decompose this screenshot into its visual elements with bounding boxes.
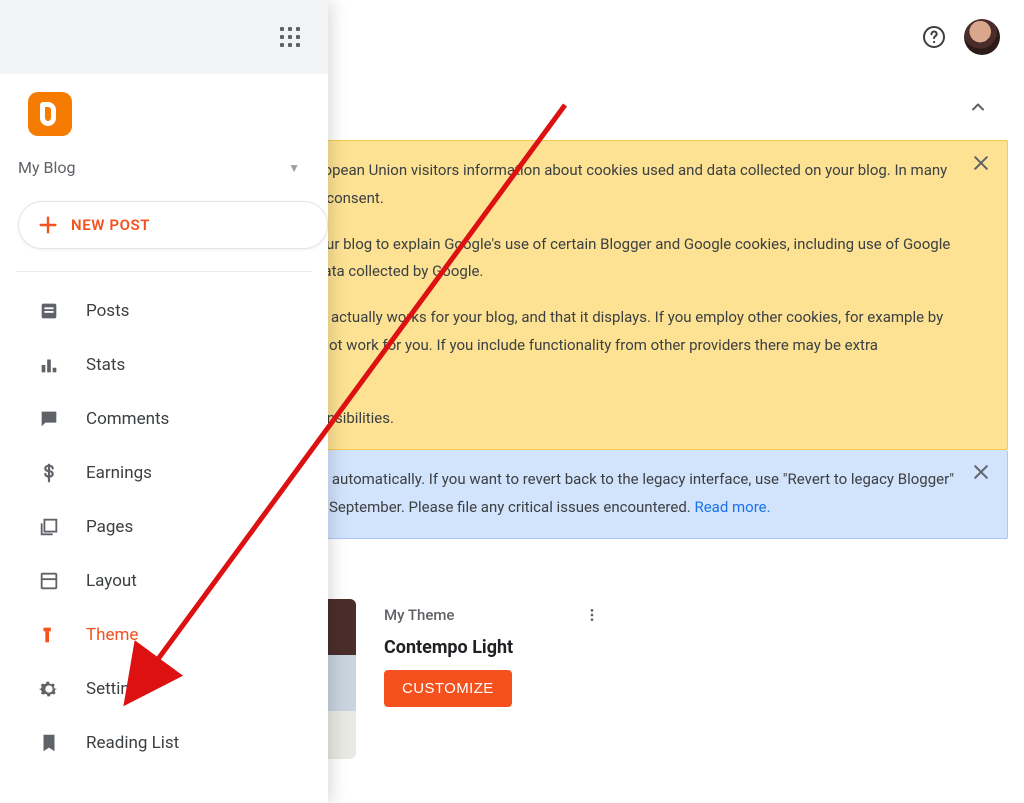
sidebar-item-label: Layout [86, 571, 137, 591]
kebab-menu-icon[interactable] [580, 603, 604, 627]
layout-icon [38, 570, 60, 592]
sidebar-item-theme[interactable]: Theme [0, 608, 328, 662]
plus-icon [37, 214, 59, 236]
new-post-label: NEW POST [71, 216, 150, 234]
pages-icon [38, 516, 60, 538]
gear-icon [38, 678, 60, 700]
blog-selector[interactable]: My Blog ▼ [0, 144, 328, 185]
theme-section-label: My Theme [384, 606, 454, 624]
customize-button[interactable]: CUSTOMIZE [384, 670, 512, 707]
close-icon[interactable] [971, 153, 991, 173]
sidebar-item-label: Earnings [86, 463, 152, 483]
caret-down-icon: ▼ [288, 161, 300, 175]
sidebar-item-layout[interactable]: Layout [0, 554, 328, 608]
sidebar-item-label: Pages [86, 517, 133, 537]
apps-grid-icon[interactable] [280, 27, 300, 47]
dollar-icon [38, 462, 60, 484]
sidebar-item-label: Posts [86, 301, 129, 321]
stats-icon [38, 354, 60, 376]
sidebar-item-earnings[interactable]: Earnings [0, 446, 328, 500]
help-icon[interactable] [922, 25, 946, 49]
sidebar-item-reading-list[interactable]: Reading List [0, 716, 328, 770]
theme-name: Contempo Light [384, 637, 604, 658]
sidebar-nav: Posts Stats Comments Earnings Pages [0, 280, 328, 770]
theme-icon [38, 624, 60, 646]
sidebar-item-stats[interactable]: Stats [0, 338, 328, 392]
sidebar: My Blog ▼ NEW POST Posts Stats [0, 0, 328, 803]
sidebar-item-settings[interactable]: Settings [0, 662, 328, 716]
sidebar-item-label: Reading List [86, 733, 179, 753]
sidebar-item-label: Comments [86, 409, 169, 429]
avatar[interactable] [964, 19, 1000, 55]
collapse-icon[interactable] [968, 97, 988, 117]
posts-icon [38, 300, 60, 322]
divider [16, 271, 312, 272]
sidebar-item-posts[interactable]: Posts [0, 284, 328, 338]
blogger-logo-icon[interactable] [28, 92, 72, 136]
sidebar-item-label: Stats [86, 355, 125, 375]
read-more-link[interactable]: Read more. [694, 498, 770, 516]
sidebar-item-comments[interactable]: Comments [0, 392, 328, 446]
bookmark-icon [38, 732, 60, 754]
sidebar-item-label: Settings [86, 679, 148, 699]
new-post-button[interactable]: NEW POST [18, 201, 328, 249]
sidebar-item-pages[interactable]: Pages [0, 500, 328, 554]
close-icon[interactable] [971, 462, 991, 482]
sidebar-item-label: Theme [86, 625, 138, 645]
blog-name: My Blog [18, 158, 75, 177]
comments-icon [38, 408, 60, 430]
